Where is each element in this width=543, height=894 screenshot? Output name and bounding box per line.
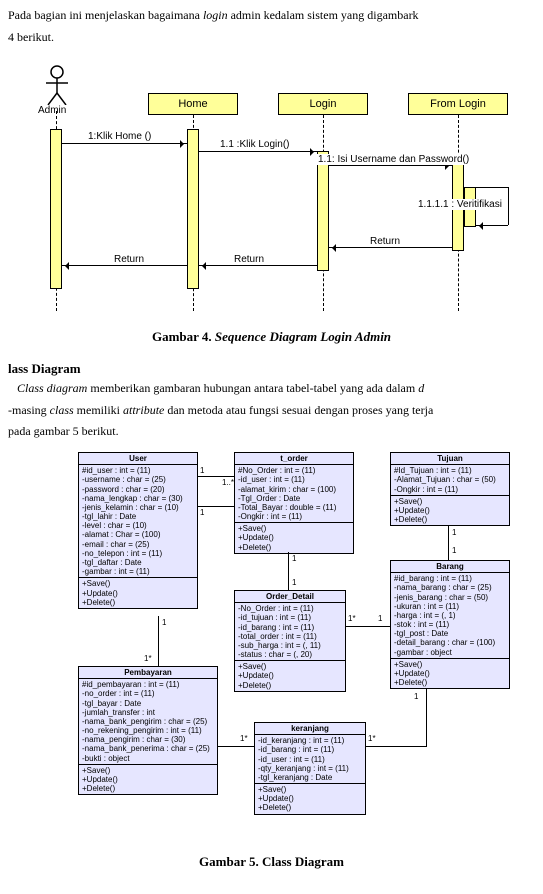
p1b: memberikan gambaran hubungan antara tabe… [87, 381, 418, 395]
figure5-caption: Gambar 5. Class Diagram [8, 854, 535, 870]
intro-line1b: admin kedalam sistem yang digambark [228, 8, 419, 22]
self-msg-back [476, 225, 508, 226]
class-orderdetail-ops: +Save() +Update() +Delete() [235, 661, 345, 691]
mult-8a: 1 [200, 508, 204, 517]
class-diagram: User #id_user : int = (11) -username : c… [8, 446, 528, 846]
class-barang-title: Barang [391, 561, 509, 573]
class-para-3: pada gambar 5 berikut. [8, 424, 535, 440]
class-barang: Barang #id_barang : int = (11) -nama_bar… [390, 560, 510, 689]
self-msg-top [464, 187, 508, 188]
mult-7a: 1* [240, 734, 248, 743]
intro-line1a: Pada bagian ini menjelaskan bagaimana [8, 8, 203, 22]
p1c: d [418, 381, 424, 395]
return-label-3: Return [112, 254, 146, 265]
rel-tujuan-barang [448, 526, 449, 560]
intro-line2: 4 berikut. [8, 30, 535, 46]
class-user: User #id_user : int = (11) -username : c… [78, 452, 198, 609]
class-user-attrs: #id_user : int = (11) -username : char =… [79, 465, 197, 578]
msg-arrow-3 [329, 165, 452, 166]
mult-5b: 1* [144, 654, 152, 663]
class-pembayaran-title: Pembayaran [79, 667, 217, 679]
class-orderdetail-attrs: -No_Order : int = (11) -id_tujuan : int … [235, 603, 345, 661]
p2e: dan metoda atau fungsi sesuai dengan pro… [164, 403, 433, 417]
msg-label-2: 1.1 :Klik Login() [218, 139, 291, 150]
mult-3b: 1 [378, 614, 382, 623]
class-orderdetail-title: Order_Detail [235, 591, 345, 603]
lifeline-form: From Login [408, 93, 508, 115]
mult-4a: 1 [452, 528, 456, 537]
class-tujuan-ops: +Save() +Update() +Delete() [391, 496, 509, 526]
class-keranjang: keranjang -id_keranjang : int = (11) -id… [254, 722, 366, 815]
msg-arrow-1 [62, 143, 187, 144]
class-para-2: -masing class memiliki attribute dan met… [8, 403, 535, 419]
figure4-caption: Gambar 4. Sequence Diagram Login Admin [8, 329, 535, 345]
class-torder-attrs: #No_Order : int = (11) -id_user : int = … [235, 465, 353, 523]
mult-2a: 1 [292, 554, 296, 563]
class-tujuan-title: Tujuan [391, 453, 509, 465]
msg-label-4: 1.1.1.1 : Veritifikasi [416, 199, 504, 210]
class-user-ops: +Save() +Update() +Delete() [79, 578, 197, 608]
mult-1b: 1..* [222, 478, 234, 487]
lifeline-home: Home [148, 93, 238, 115]
rel-user-torder-2 [198, 506, 234, 507]
section-head-class-diagram: lass Diagram [8, 361, 535, 377]
self-msg-down [508, 187, 509, 225]
msg-arrow-2 [199, 151, 317, 152]
mult-1a: 1 [200, 466, 204, 475]
class-pembayaran-ops: +Save() +Update() +Delete() [79, 765, 217, 795]
msg-label-1: 1:Klik Home () [86, 131, 153, 142]
intro-para: Pada bagian ini menjelaskan bagaimana lo… [8, 8, 535, 24]
mult-4b: 1 [452, 546, 456, 555]
p2d: attribute [123, 403, 164, 417]
actor-label: Admin [38, 105, 66, 116]
rel-pembayaran-keranjang [218, 746, 254, 747]
class-tujuan-attrs: #Id_Tujuan : int = (11) -Alamat_Tujuan :… [391, 465, 509, 496]
rel-torder-orderdetail [288, 552, 289, 590]
mult-3a: 1* [348, 614, 356, 623]
rel-user-pembayaran [158, 616, 159, 666]
caption1-italic: Sequence Diagram Login Admin [215, 329, 391, 344]
class-pembayaran-attrs: #id_pembayaran : int = (11) -no_order : … [79, 679, 217, 765]
return-arrow-2 [199, 265, 317, 266]
rel-keranjang-barang-v [426, 688, 427, 747]
class-barang-ops: +Save() +Update() +Delete() [391, 659, 509, 689]
p2c: memiliki [74, 403, 123, 417]
mult-5a: 1 [162, 618, 166, 627]
return-arrow-1 [329, 247, 452, 248]
class-user-title: User [79, 453, 197, 465]
activation-login [317, 151, 329, 271]
p2a: -masing [8, 403, 50, 417]
class-torder: t_order #No_Order : int = (11) -id_user … [234, 452, 354, 554]
class-pembayaran: Pembayaran #id_pembayaran : int = (11) -… [78, 666, 218, 795]
actor-icon [44, 65, 70, 105]
class-keranjang-ops: +Save() +Update() +Delete() [255, 784, 365, 814]
class-para-1: Class diagram memberikan gambaran hubung… [8, 381, 535, 397]
class-keranjang-title: keranjang [255, 723, 365, 735]
rel-keranjang-barang [366, 746, 426, 747]
rel-user-torder [198, 476, 234, 477]
msg-label-3: 1.1: Isi Username dan Password() [316, 154, 471, 165]
return-arrow-3 [62, 265, 187, 266]
class-torder-ops: +Save() +Update() +Delete() [235, 523, 353, 553]
caption1-prefix: Gambar 4. [152, 329, 215, 344]
lifeline-login: Login [278, 93, 368, 115]
class-orderdetail: Order_Detail -No_Order : int = (11) -id_… [234, 590, 346, 692]
mult-6b: 1 [414, 692, 418, 701]
mult-2b: 1 [292, 578, 296, 587]
class-keranjang-attrs: -id_keranjang : int = (11) -id_barang : … [255, 735, 365, 784]
class-torder-title: t_order [235, 453, 353, 465]
class-tujuan: Tujuan #Id_Tujuan : int = (11) -Alamat_T… [390, 452, 510, 526]
rel-orderdetail-barang [346, 626, 390, 627]
intro-italic: login [203, 8, 228, 22]
mult-6a: 1* [368, 734, 376, 743]
return-label-1: Return [368, 236, 402, 247]
sequence-diagram: Admin Home Login From Login 1:Klik Home … [8, 51, 528, 321]
p2b: class [50, 403, 74, 417]
p1a: Class diagram [17, 381, 87, 395]
class-barang-attrs: #id_barang : int = (11) -nama_barang : c… [391, 573, 509, 659]
return-label-2: Return [232, 254, 266, 265]
